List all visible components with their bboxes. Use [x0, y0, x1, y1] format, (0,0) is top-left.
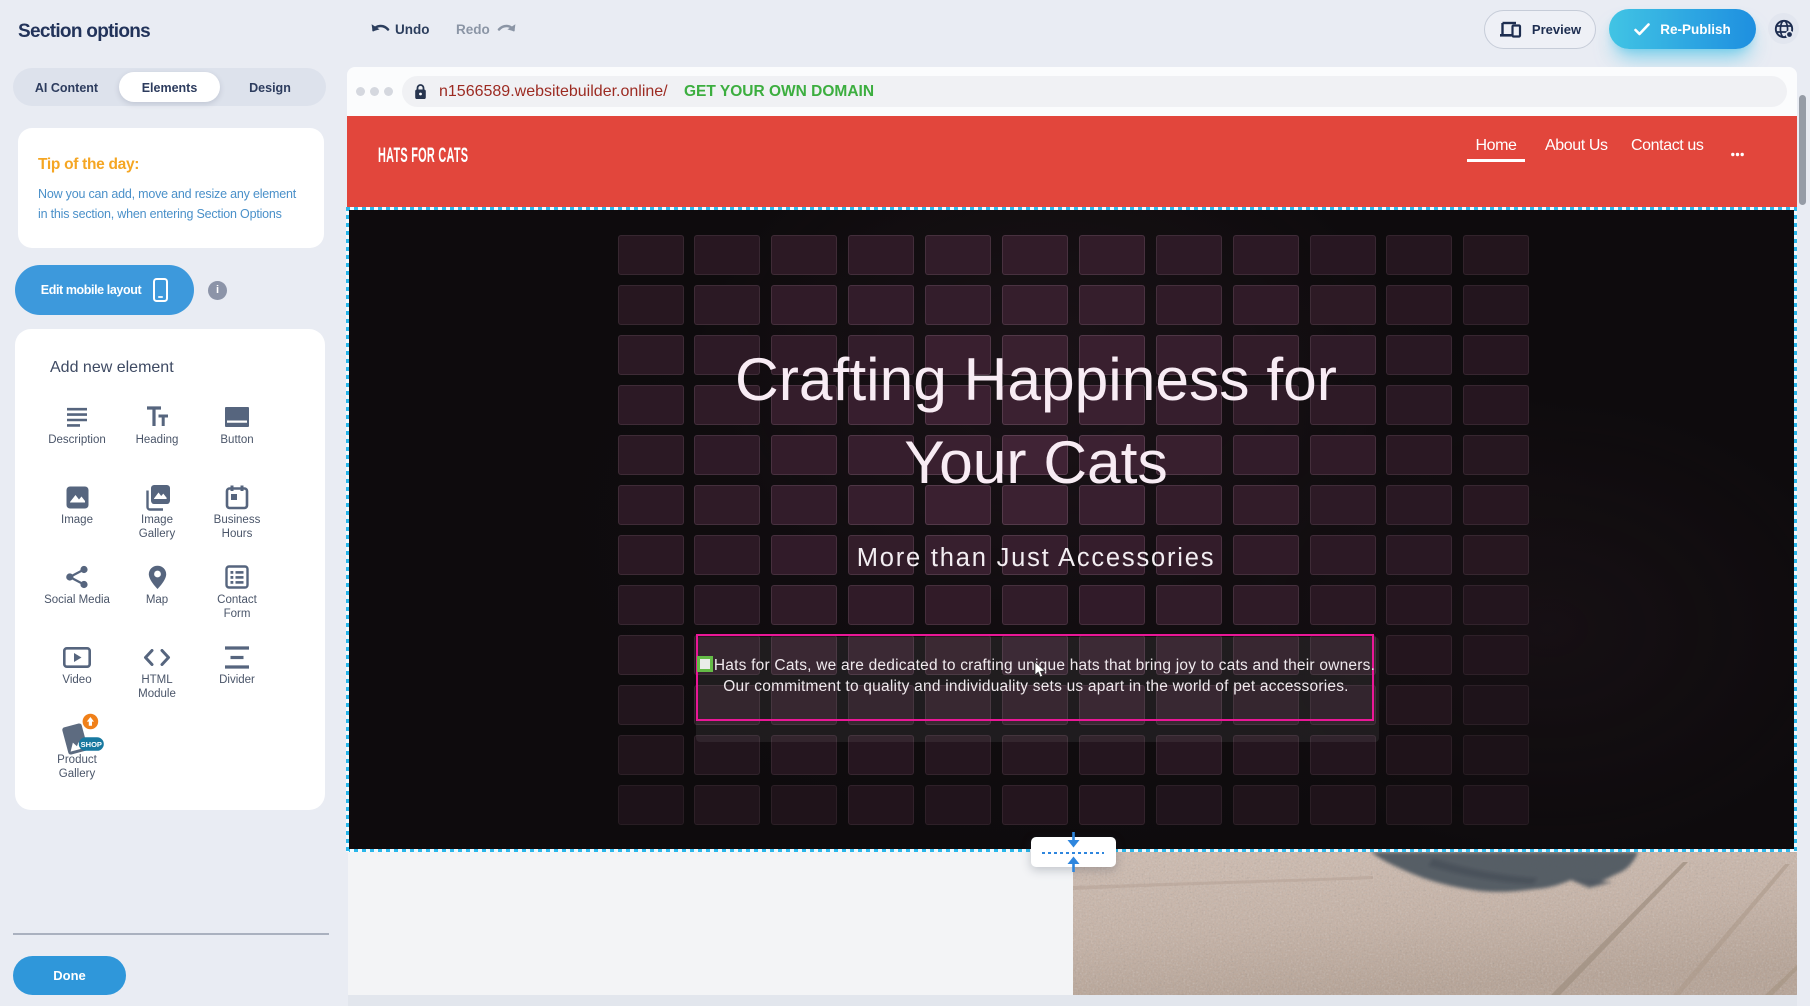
svg-text:SHOP: SHOP [81, 740, 102, 749]
